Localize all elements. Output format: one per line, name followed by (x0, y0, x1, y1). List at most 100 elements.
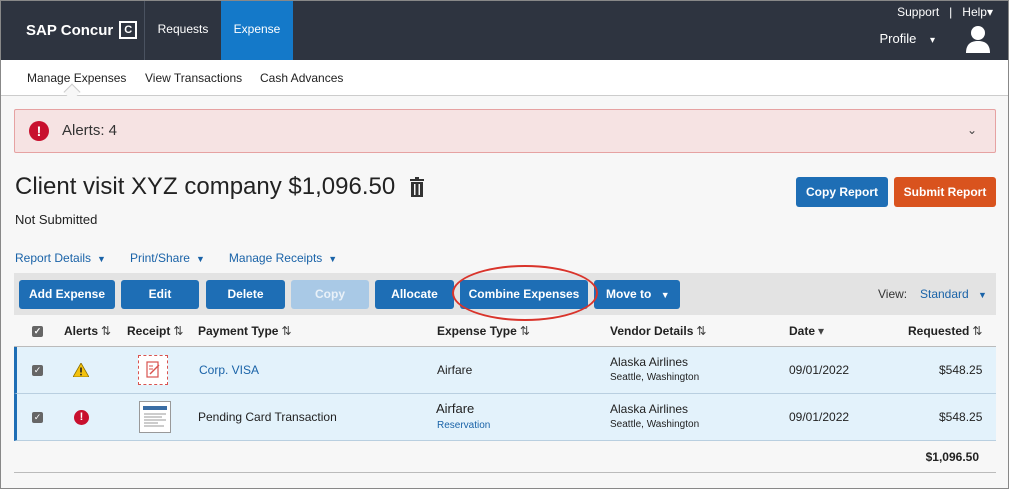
filter-icon: ▾ (818, 324, 825, 338)
header-date-label: Date (789, 324, 816, 338)
help-caret-icon: ▾ (986, 5, 993, 19)
chevron-down-icon: ▼ (660, 290, 670, 300)
print-share-menu[interactable]: Print/Share ▼ (130, 251, 205, 265)
top-links: Support | Help▾ (897, 5, 993, 19)
help-menu[interactable]: Help▾ (962, 5, 993, 19)
support-link[interactable]: Support (897, 5, 939, 19)
expense-date: 09/01/2022 (789, 363, 850, 377)
header-vendor-label: Vendor Details (610, 324, 694, 338)
table-row[interactable]: ✓ ! Pending Card Transaction Airfare Res… (14, 394, 996, 441)
report-title-text: Client visit XYZ company $1,096.50 (15, 173, 396, 200)
allocate-button[interactable]: Allocate (375, 280, 454, 309)
report-status: Not Submitted (15, 212, 98, 227)
vendor-location: Seattle, Washington (610, 419, 700, 430)
submit-report-button[interactable]: Submit Report (894, 177, 996, 207)
copy-report-button[interactable]: Copy Report (796, 177, 888, 207)
header-payment-type-label: Payment Type (198, 324, 279, 338)
row-checkbox[interactable]: ✓ (32, 365, 43, 376)
sort-icon: ⇅ (101, 324, 112, 338)
header-receipt[interactable]: Receipt ⇅ (127, 324, 183, 338)
header-requested[interactable]: Requested ⇅ (908, 324, 982, 338)
view-label: View: (878, 287, 908, 301)
requested-amount: $548.25 (939, 363, 983, 377)
brand-mark-icon: C (119, 21, 138, 39)
header-vendor[interactable]: Vendor Details ⇅ (610, 324, 706, 338)
highlight-annotation (452, 265, 598, 321)
edit-button[interactable]: Edit (121, 280, 199, 309)
report-details-label: Report Details (15, 251, 92, 265)
sort-icon: ⇅ (696, 324, 707, 338)
select-all-checkbox[interactable]: ✓ (32, 326, 43, 337)
header-alerts[interactable]: Alerts ⇅ (64, 324, 111, 338)
view-value: Standard (920, 287, 969, 301)
profile-menu[interactable]: Profile ▾ (879, 31, 935, 46)
header-expense-type-label: Expense Type (437, 324, 517, 338)
table-header: ✓ Alerts ⇅ Receipt ⇅ Payment Type ⇅ Expense… (14, 317, 996, 347)
avatar-icon[interactable] (965, 24, 991, 54)
add-expense-button[interactable]: Add Expense (19, 280, 115, 309)
sort-icon: ⇅ (972, 324, 983, 338)
vendor-name: Alaska Airlines (610, 355, 689, 369)
attach-receipt-icon (146, 361, 160, 378)
alerts-text: Alerts: 4 (62, 122, 118, 139)
report-details-menu[interactable]: Report Details ▼ (15, 251, 106, 265)
expense-type: Airfare (436, 401, 475, 416)
profile-label: Profile (879, 31, 917, 46)
alerts-banner[interactable]: ! Alerts: 4 ⌄ (14, 109, 996, 153)
header-receipt-label: Receipt (127, 324, 171, 338)
payment-type-link[interactable]: Corp. VISA (199, 363, 259, 377)
help-label: Help (962, 5, 987, 19)
report-total: $1,096.50 (925, 450, 979, 464)
error-icon: ! (74, 410, 89, 425)
top-bar: SAP Concur C Requests Expense Support | … (0, 0, 1009, 60)
subnav-manage-expenses[interactable]: Manage Expenses (27, 71, 126, 85)
chevron-down-icon: ▼ (328, 254, 338, 264)
header-payment-type[interactable]: Payment Type ⇅ (198, 324, 292, 338)
sort-icon: ⇅ (281, 324, 292, 338)
chevron-down-icon: ▼ (97, 254, 106, 264)
receipt-image-icon (143, 406, 167, 427)
total-row: $1,096.50 (14, 441, 996, 473)
top-links-separator: | (949, 5, 953, 19)
header-requested-label: Requested (908, 324, 970, 338)
view-selector[interactable]: Standard ▼ (920, 287, 987, 301)
report-menu-links: Report Details ▼ Print/Share ▼ Manage Rece… (15, 251, 337, 265)
receipt-missing-icon[interactable] (138, 355, 168, 385)
reservation-link[interactable]: Reservation (437, 420, 490, 431)
manage-receipts-label: Manage Receipts (228, 251, 323, 265)
table-row[interactable]: ✓ Corp. VISA Airfare Alaska Airlines Sea… (14, 347, 996, 394)
subnav-cash-advances[interactable]: Cash Advances (260, 71, 343, 85)
move-to-button[interactable]: Move to ▼ (594, 280, 680, 309)
sort-icon: ⇅ (173, 324, 184, 338)
alert-error-icon: ! (29, 121, 49, 141)
warning-icon (73, 363, 89, 377)
chevron-down-icon[interactable]: ⌄ (967, 123, 977, 137)
subnav-view-transactions[interactable]: View Transactions (145, 71, 242, 85)
vendor-name: Alaska Airlines (610, 402, 689, 416)
expense-type: Airfare (437, 363, 473, 377)
copy-button[interactable]: Copy (291, 280, 369, 309)
delete-button[interactable]: Delete (206, 280, 285, 309)
header-alerts-label: Alerts (64, 324, 99, 338)
nav-expense[interactable]: Expense (221, 0, 293, 60)
brand-logo[interactable]: SAP Concur C (26, 21, 138, 39)
header-date[interactable]: Date ▾ (789, 324, 824, 338)
brand-name: SAP Concur (26, 21, 114, 39)
receipt-thumbnail[interactable] (139, 401, 171, 433)
move-to-label: Move to (606, 287, 652, 301)
chevron-down-icon: ▼ (195, 254, 205, 264)
print-share-label: Print/Share (129, 251, 190, 265)
vendor-location: Seattle, Washington (610, 372, 700, 383)
profile-caret-icon: ▾ (929, 35, 935, 46)
row-checkbox[interactable]: ✓ (32, 412, 43, 423)
trash-icon[interactable] (409, 177, 425, 197)
payment-type: Pending Card Transaction (198, 410, 337, 424)
sub-navigation: Manage Expenses View Transactions Cash A… (0, 60, 1009, 96)
nav-requests[interactable]: Requests (145, 0, 221, 60)
sort-icon: ⇅ (519, 324, 530, 338)
chevron-down-icon: ▼ (978, 290, 987, 300)
header-expense-type[interactable]: Expense Type ⇅ (437, 324, 530, 338)
report-title: Client visit XYZ company $1,096.50 (15, 173, 425, 201)
requested-amount: $548.25 (939, 410, 983, 424)
manage-receipts-menu[interactable]: Manage Receipts ▼ (229, 251, 337, 265)
